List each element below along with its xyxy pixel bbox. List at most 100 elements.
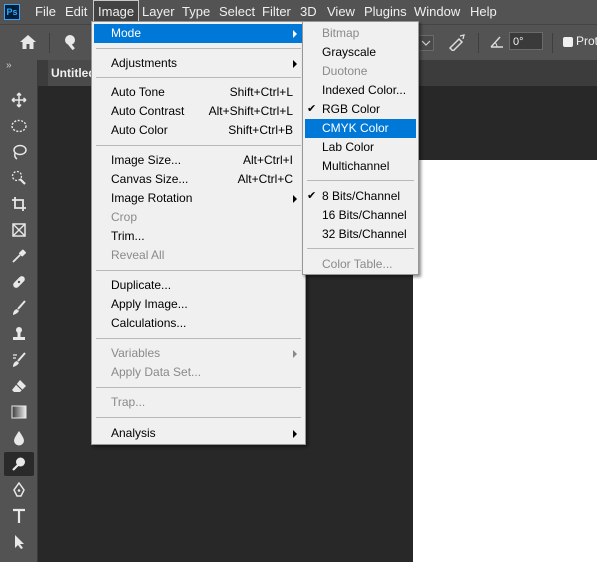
protect-tones-label: Prote (576, 34, 597, 48)
pen-tool-icon[interactable] (4, 478, 34, 502)
history-brush-tool-icon[interactable] (4, 348, 34, 372)
menu-item-trap[interactable]: Trap... (94, 393, 303, 412)
menu-item-cmyk-color[interactable]: CMYK Color (305, 119, 416, 138)
menu-item-image-rotation[interactable]: Image Rotation (94, 189, 303, 208)
menu-item-bitmap[interactable]: Bitmap (305, 24, 416, 43)
menu-item-apply-image[interactable]: Apply Image... (94, 295, 303, 314)
menu-item-color-table[interactable]: Color Table... (305, 255, 416, 274)
blur-tool-icon[interactable] (4, 426, 34, 450)
clone-stamp-tool-icon[interactable] (4, 322, 34, 346)
menu-item-canvas-size[interactable]: Canvas Size... Alt+Ctrl+C (94, 170, 303, 189)
protect-tones-checkbox[interactable] (563, 37, 573, 47)
checkmark-icon: ✔ (307, 103, 317, 115)
document-tab[interactable]: Untitled (48, 60, 93, 86)
menu-item-label: Auto Tone (111, 85, 165, 99)
dodge-tool-icon[interactable] (4, 452, 34, 476)
menu-item-label: Duplicate... (111, 278, 172, 292)
move-tool-icon[interactable] (4, 88, 34, 112)
menu-item-duotone[interactable]: Duotone (305, 62, 416, 81)
menu-item-auto-tone[interactable]: Auto Tone Shift+Ctrl+L (94, 83, 303, 102)
mode-submenu: Bitmap Grayscale Duotone Indexed Color..… (302, 21, 419, 275)
menu-help[interactable]: Help (466, 0, 501, 24)
airbrush-icon[interactable] (447, 33, 467, 54)
menu-item-trim[interactable]: Trim... (94, 227, 303, 246)
crop-tool-icon[interactable] (4, 192, 34, 216)
menu-item-adjustments[interactable]: Adjustments (94, 54, 303, 73)
marquee-tool-icon[interactable] (4, 114, 34, 138)
collapse-toolbar-icon[interactable]: » (6, 60, 11, 71)
menu-item-label: Mode (111, 26, 142, 40)
menu-item-auto-contrast[interactable]: Auto Contrast Alt+Shift+Ctrl+L (94, 102, 303, 121)
menu-item-grayscale[interactable]: Grayscale (305, 43, 416, 62)
menu-item-duplicate[interactable]: Duplicate... (94, 276, 303, 295)
menu-item-calculations[interactable]: Calculations... (94, 314, 303, 333)
eraser-tool-icon[interactable] (4, 374, 34, 398)
quick-selection-tool-icon[interactable] (4, 166, 34, 190)
menu-item-label: Calculations... (111, 316, 187, 330)
menu-item-rgb-color[interactable]: ✔ RGB Color (305, 100, 416, 119)
menu-item-label: Apply Data Set... (111, 365, 202, 379)
menu-item-label: 8 Bits/Channel (322, 189, 401, 203)
tools-panel: » (0, 60, 38, 562)
menu-item-label: 32 Bits/Channel (322, 227, 407, 241)
menu-separator (96, 48, 301, 49)
menu-item-32-bits[interactable]: 32 Bits/Channel (305, 225, 416, 244)
document-canvas[interactable] (413, 160, 597, 562)
submenu-arrow-icon (293, 195, 297, 203)
menu-item-label: Crop (111, 210, 138, 224)
menu-edit[interactable]: Edit (61, 0, 91, 24)
menu-item-label: Reveal All (111, 248, 165, 262)
menu-item-lab-color[interactable]: Lab Color (305, 138, 416, 157)
frame-tool-icon[interactable] (4, 218, 34, 242)
gradient-tool-icon[interactable] (4, 400, 34, 424)
healing-brush-tool-icon[interactable] (4, 270, 34, 294)
menu-separator (307, 248, 414, 249)
menu-item-label: Adjustments (111, 56, 178, 70)
menu-item-shortcut: Alt+Shift+Ctrl+L (208, 104, 293, 118)
angle-icon (489, 35, 505, 52)
menu-item-auto-color[interactable]: Auto Color Shift+Ctrl+B (94, 121, 303, 140)
menu-separator (307, 180, 414, 181)
menu-item-label: CMYK Color (322, 121, 389, 135)
home-icon[interactable] (19, 34, 37, 53)
menu-item-apply-data-set[interactable]: Apply Data Set... (94, 363, 303, 382)
menu-item-label: Canvas Size... (111, 172, 189, 186)
photoshop-logo: Ps (4, 4, 20, 20)
type-tool-icon[interactable] (4, 504, 34, 528)
menu-item-label: Lab Color (322, 140, 375, 154)
dropdown-icon[interactable] (418, 35, 434, 51)
menu-item-8-bits[interactable]: ✔ 8 Bits/Channel (305, 187, 416, 206)
menu-item-label: Grayscale (322, 45, 377, 59)
path-selection-tool-icon[interactable] (4, 530, 34, 554)
menu-item-label: Image Size... (111, 153, 182, 167)
angle-field[interactable]: 0° (509, 32, 543, 50)
menu-separator (96, 77, 301, 78)
menu-item-label: Apply Image... (111, 297, 188, 311)
menu-item-label: Analysis (111, 426, 156, 440)
menu-item-16-bits[interactable]: 16 Bits/Channel (305, 206, 416, 225)
eyedropper-tool-icon[interactable] (4, 244, 34, 268)
menu-item-variables[interactable]: Variables (94, 344, 303, 363)
options-divider (552, 33, 553, 53)
menu-item-label: Multichannel (322, 159, 390, 173)
menu-item-crop[interactable]: Crop (94, 208, 303, 227)
options-divider (49, 33, 50, 53)
menu-item-indexed-color[interactable]: Indexed Color... (305, 81, 416, 100)
submenu-arrow-icon (293, 30, 297, 38)
menu-separator (96, 387, 301, 388)
menu-item-label: Indexed Color... (322, 83, 407, 97)
options-divider (478, 33, 479, 53)
menu-item-reveal-all[interactable]: Reveal All (94, 246, 303, 265)
menu-item-image-size[interactable]: Image Size... Alt+Ctrl+I (94, 151, 303, 170)
menu-item-multichannel[interactable]: Multichannel (305, 157, 416, 176)
menu-separator (96, 338, 301, 339)
menu-separator (96, 417, 301, 418)
dodge-preset-icon[interactable] (62, 33, 82, 54)
menu-item-label: Auto Contrast (111, 104, 185, 118)
menu-item-mode[interactable]: Mode (94, 24, 303, 43)
brush-tool-icon[interactable] (4, 296, 34, 320)
menu-item-label: Color Table... (322, 257, 393, 271)
lasso-tool-icon[interactable] (4, 140, 34, 164)
menu-item-analysis[interactable]: Analysis (94, 424, 303, 443)
menu-file[interactable]: File (31, 0, 60, 24)
